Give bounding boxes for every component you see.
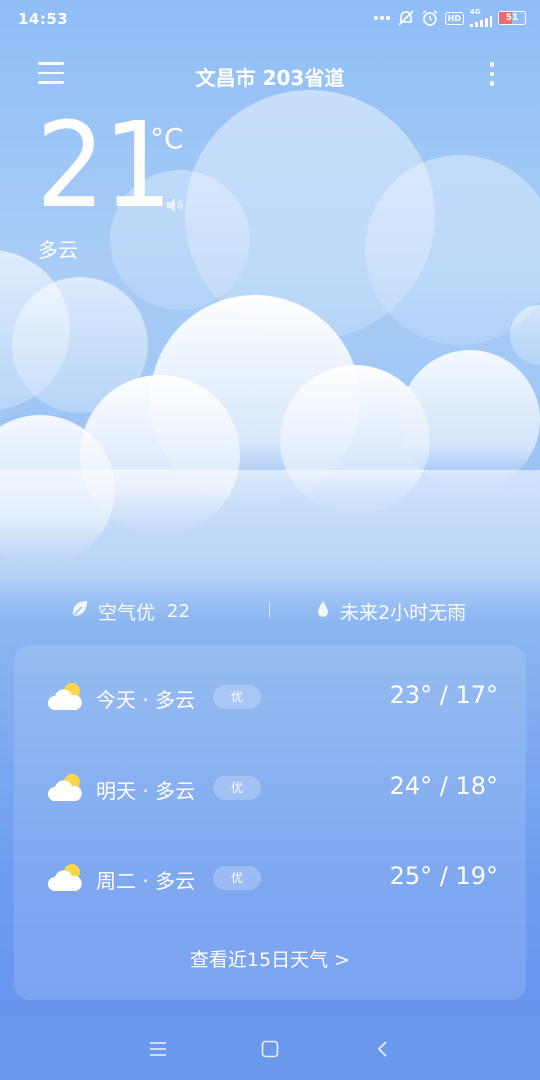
rain-text: 未来2小时无雨 xyxy=(340,602,467,624)
temperature-unit: °C xyxy=(150,122,184,155)
recents-icon[interactable] xyxy=(143,1034,173,1064)
navigation-bar xyxy=(0,1016,540,1080)
partly-cloudy-icon xyxy=(46,771,84,805)
status-bar: 14:53 HD 4G 51 xyxy=(0,0,540,38)
aqi-badge: 优 xyxy=(213,776,261,800)
forecast-row-today[interactable]: 今天 · 多云 优 23° / 17° xyxy=(14,672,526,722)
aqi-badge: 优 xyxy=(213,685,261,709)
forecast-day-label: 周二 · 多云 xyxy=(96,869,196,893)
alarm-icon xyxy=(421,9,439,27)
air-quality-value: 22 xyxy=(167,601,190,622)
temp-range: 25° / 19° xyxy=(389,862,498,890)
forecast-row-tomorrow[interactable]: 明天 · 多云 优 24° / 18° xyxy=(14,763,526,813)
back-icon[interactable] xyxy=(368,1034,398,1064)
raindrop-icon xyxy=(316,599,330,624)
cloud-background xyxy=(0,90,540,620)
home-icon[interactable] xyxy=(255,1034,285,1064)
battery-text: 51 xyxy=(505,13,519,23)
air-quality-row: 空气优 22 未来2小时无雨 xyxy=(0,596,540,628)
air-quality-label: 空气优 xyxy=(98,602,156,624)
forecast-day-label: 明天 · 多云 xyxy=(96,779,196,803)
clock: 14:53 xyxy=(18,10,69,28)
speaker-icon[interactable] xyxy=(165,196,185,214)
signal-icon: 4G xyxy=(470,9,492,27)
more-vertical-icon[interactable] xyxy=(488,62,496,88)
temp-range: 23° / 17° xyxy=(389,681,498,709)
leaf-icon xyxy=(70,599,90,624)
aqi-badge: 优 xyxy=(213,866,261,890)
partly-cloudy-icon xyxy=(46,680,84,714)
battery-icon: 51 xyxy=(498,11,526,25)
forecast-card: 今天 · 多云 优 23° / 17° 明天 · 多云 优 24° / 18° … xyxy=(14,645,526,1000)
hd-icon: HD xyxy=(444,11,464,25)
divider xyxy=(269,602,270,618)
forecast-day-label: 今天 · 多云 xyxy=(96,688,196,712)
partly-cloudy-icon xyxy=(46,861,84,895)
rain-forecast[interactable]: 未来2小时无雨 xyxy=(316,598,466,625)
current-condition: 多云 xyxy=(38,238,78,262)
temp-range: 24° / 18° xyxy=(389,772,498,800)
more-dots-icon xyxy=(373,15,391,21)
location-title[interactable]: 文昌市 203省道 xyxy=(0,62,540,91)
view-15-day-link[interactable]: 查看近15日天气 > xyxy=(14,945,526,972)
network-label: 4G xyxy=(470,8,481,16)
mute-icon xyxy=(397,9,415,27)
forecast-row-tuesday[interactable]: 周二 · 多云 优 25° / 19° xyxy=(14,853,526,903)
air-quality[interactable]: 空气优 22 xyxy=(70,598,190,625)
